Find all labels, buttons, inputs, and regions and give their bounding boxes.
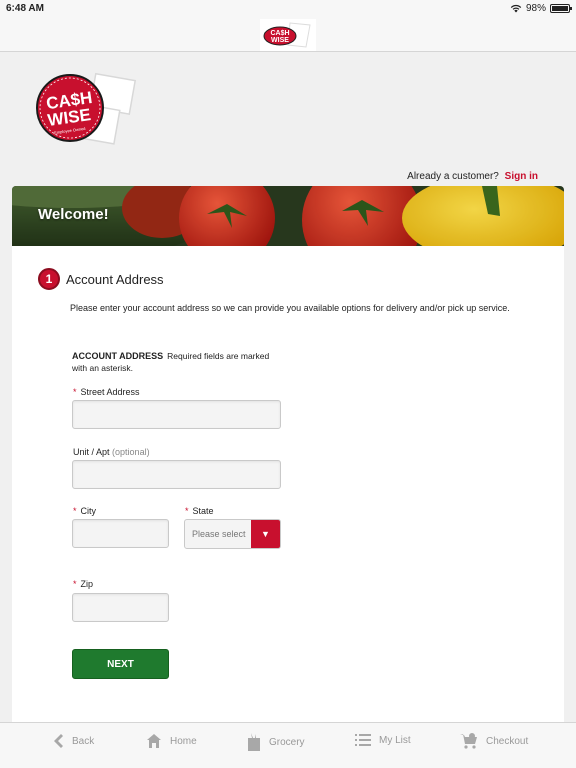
tab-grocery-label: Grocery: [269, 736, 305, 748]
step-title: Account Address: [66, 271, 164, 287]
step-number-badge: 1: [38, 268, 60, 290]
brand-logo[interactable]: CA$H WISE Employee Owned: [36, 68, 140, 152]
tab-my-list[interactable]: My List: [355, 733, 411, 747]
state-select[interactable]: Please select ▼: [184, 519, 281, 549]
required-asterisk: *: [185, 506, 189, 516]
city-label: * City: [73, 506, 96, 516]
tab-home[interactable]: Home: [146, 733, 197, 749]
tab-checkout-label: Checkout: [486, 735, 529, 747]
battery-percent: 98%: [525, 3, 546, 14]
nav-header: CA$H WISE: [0, 18, 576, 52]
city-input[interactable]: [72, 519, 169, 548]
unit-label-text: Unit / Apt: [73, 447, 110, 457]
optional-note: (optional): [112, 447, 150, 457]
header-logo[interactable]: CA$H WISE: [260, 19, 316, 51]
bottom-tab-bar: Back Home Grocery My List Checkout: [0, 722, 576, 768]
zip-label-text: Zip: [80, 579, 94, 589]
required-asterisk: *: [73, 387, 77, 397]
welcome-banner: Welcome!: [12, 186, 564, 246]
street-label-text: Street Address: [80, 387, 140, 397]
banner-title: Welcome!: [38, 206, 109, 223]
required-asterisk: *: [73, 506, 77, 516]
customer-prompt: Already a customer?: [407, 171, 499, 182]
state-select-value: Please select: [192, 529, 246, 539]
state-label-text: State: [192, 506, 214, 516]
grocery-bag-icon: [248, 733, 260, 751]
list-icon: [355, 734, 371, 746]
tab-back[interactable]: Back: [52, 733, 94, 749]
street-label: * Street Address: [73, 387, 140, 397]
tab-grocery[interactable]: Grocery: [247, 733, 305, 751]
step-header: 1 Account Address: [38, 268, 164, 290]
section-header: ACCOUNT ADDRESS Required fields are marke…: [72, 350, 282, 374]
intro-text: Please enter your account address so we …: [70, 303, 510, 313]
sign-in-link[interactable]: Sign in: [505, 171, 538, 182]
next-button[interactable]: NEXT: [72, 649, 169, 679]
svg-text:WISE: WISE: [271, 37, 289, 44]
chevron-left-icon: [54, 734, 63, 748]
unit-label: Unit / Apt (optional): [73, 447, 150, 457]
tab-checkout[interactable]: Checkout: [460, 733, 528, 749]
cart-icon: [460, 733, 477, 749]
status-bar: 6:48 AM 98%: [0, 0, 576, 18]
street-address-input[interactable]: [72, 400, 281, 429]
svg-text:CA$H: CA$H: [270, 30, 289, 37]
section-title: ACCOUNT ADDRESS: [72, 351, 164, 361]
content-card: Welcome! 1 Account Address Please enter …: [12, 186, 564, 726]
zip-input[interactable]: [72, 593, 169, 622]
state-label: * State: [185, 506, 214, 516]
status-indicators: 98%: [510, 3, 572, 14]
tab-back-label: Back: [72, 735, 95, 747]
battery-icon: [550, 4, 572, 13]
status-time: 6:48 AM: [6, 3, 44, 14]
zip-label: * Zip: [73, 579, 93, 589]
unit-apt-input[interactable]: [72, 460, 281, 489]
tab-home-label: Home: [170, 735, 197, 747]
city-label-text: City: [80, 506, 97, 516]
required-asterisk: *: [73, 579, 77, 589]
dropdown-arrow-icon[interactable]: ▼: [251, 520, 280, 548]
customer-line: Already a customer? Sign in: [407, 171, 538, 182]
home-icon: [147, 734, 161, 748]
tab-my-list-label: My List: [379, 734, 411, 746]
wifi-icon: [510, 4, 522, 13]
